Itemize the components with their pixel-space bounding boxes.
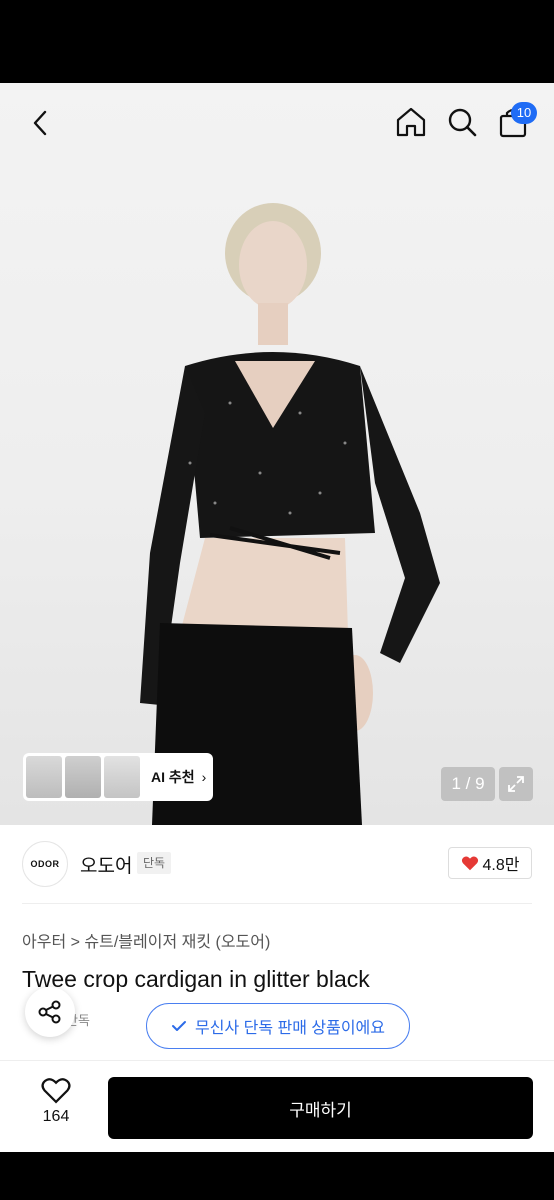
model-photo: [140, 203, 440, 825]
exclusive-badge: 단독: [137, 852, 172, 874]
check-icon: [172, 1021, 186, 1031]
brand-like-count: 4.8만: [482, 857, 520, 874]
back-button[interactable]: [22, 105, 58, 141]
like-count: 164: [42, 1108, 70, 1125]
home-button[interactable]: [393, 104, 429, 140]
chevron-right-icon: ›: [201, 769, 207, 785]
category-breadcrumb[interactable]: 아우터 > 슈트/블레이저 재킷 (오도어): [22, 928, 270, 952]
share-button[interactable]: [25, 987, 75, 1037]
system-nav-bar: [0, 1152, 554, 1200]
brand-logo[interactable]: ODOR: [22, 841, 68, 887]
thumbnail-1[interactable]: [26, 756, 62, 798]
ai-recommend-strip[interactable]: AI 추천 ›: [23, 753, 213, 801]
expand-icon: [508, 776, 524, 792]
thumbnail-3[interactable]: [104, 756, 140, 798]
search-button[interactable]: [444, 104, 480, 140]
expand-button[interactable]: [499, 767, 533, 801]
status-bar: [0, 0, 554, 83]
thumbnail-2[interactable]: [65, 756, 101, 798]
heart-filled-icon: [461, 856, 478, 871]
search-icon: [448, 108, 477, 137]
product-image[interactable]: [0, 83, 554, 825]
ai-recommend-label: AI 추천: [151, 769, 195, 785]
exclusive-toast: 무신사 단독 판매 상품이에요: [146, 1003, 410, 1049]
brand-like-button[interactable]: 4.8만: [448, 847, 532, 879]
product-title: Twee crop cardigan in glitter black: [22, 966, 370, 992]
home-icon: [396, 107, 426, 137]
brand-name[interactable]: 오도어: [80, 851, 132, 878]
heart-outline-icon: [41, 1078, 71, 1104]
image-counter: 1 / 9: [441, 767, 495, 801]
buy-button[interactable]: 구매하기: [108, 1077, 533, 1139]
toast-text: 무신사 단독 판매 상품이에요: [195, 1020, 385, 1037]
share-icon: [38, 1000, 61, 1024]
cart-count-badge: 10: [511, 102, 537, 124]
divider: [22, 903, 532, 904]
like-button[interactable]: 164: [26, 1076, 86, 1136]
chevron-left-icon: [33, 110, 47, 136]
